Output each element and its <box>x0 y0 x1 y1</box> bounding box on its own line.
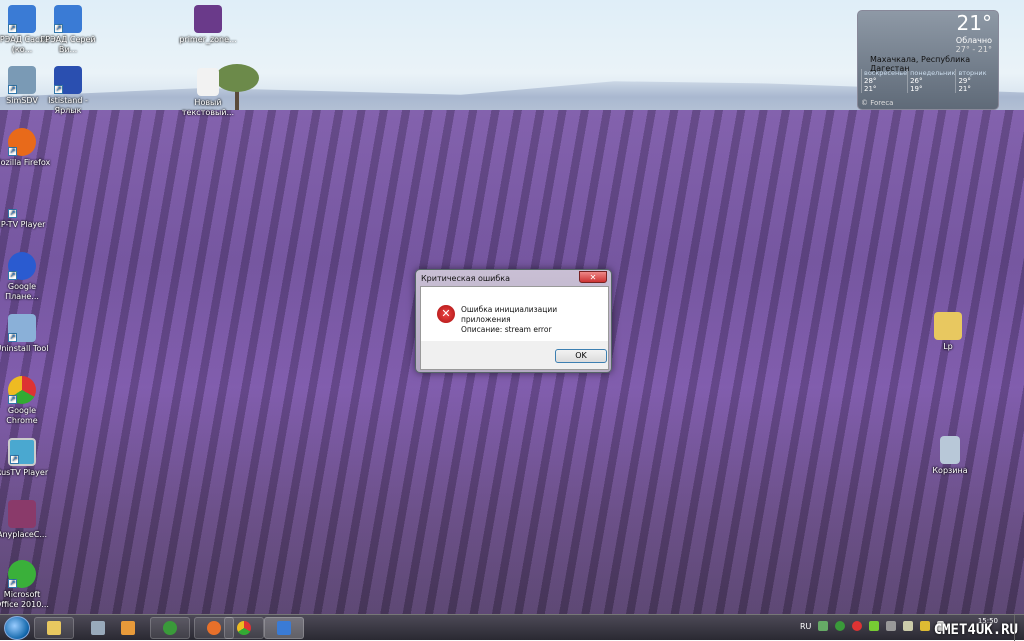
network-icon[interactable] <box>818 621 829 631</box>
close-button[interactable]: ✕ <box>579 271 607 283</box>
icon-label: Google Плане... <box>5 282 39 301</box>
ok-button[interactable]: OK <box>555 349 607 363</box>
app-icon <box>277 621 291 635</box>
language-indicator[interactable]: RU <box>800 622 811 631</box>
weather-source-link[interactable]: © Foreca <box>861 99 893 107</box>
recycle-bin-icon <box>940 436 960 464</box>
icon-label: Uninstall Tool <box>0 344 49 353</box>
taskbar-media-player[interactable] <box>108 617 148 639</box>
dialog-title: Критическая ошибка <box>421 274 511 283</box>
desktop-icon-rustv[interactable]: ↗ RusTV Player <box>0 438 52 478</box>
taskbar-explorer[interactable] <box>34 617 74 639</box>
start-button[interactable] <box>4 616 30 640</box>
icon-label: Новый текстовый... <box>181 98 235 117</box>
chrome-icon <box>237 621 251 635</box>
desktop-icon-floppy[interactable]: ↗ Ististand - Ярлык <box>38 66 98 116</box>
desktop-icon-uninstall-tool[interactable]: ↗ Uninstall Tool <box>0 314 52 354</box>
icon-label: primer_zone... <box>179 35 237 44</box>
desktop-icon-google-earth[interactable]: ↗ Google Плане... <box>0 252 52 302</box>
chrome-icon: ↗ <box>8 376 36 404</box>
icon-label: AnyplaceC... <box>0 530 47 539</box>
taskbar-utorrent[interactable] <box>150 617 190 639</box>
day-high: 28° <box>864 77 877 85</box>
desktop-icon-archive[interactable]: primer_zone... <box>178 5 238 45</box>
desktop-icon-grad-2[interactable]: ↗ ГРЭАД Серей Ви... <box>38 5 98 55</box>
monitor-icon: ↗ <box>8 438 36 466</box>
mail-agent-icon <box>207 621 221 635</box>
icon-label: Google Chrome <box>6 406 38 425</box>
utorrent-tray-icon[interactable] <box>835 621 846 631</box>
day-low: 21° <box>864 85 877 93</box>
taskbar-chrome[interactable] <box>224 617 264 639</box>
icon-label: SimSDV <box>6 96 38 105</box>
text-file-icon <box>197 68 219 96</box>
icon-label: Lp <box>943 342 953 351</box>
icon-label: Ististand - Ярлык <box>48 96 88 115</box>
icon-label: Microsoft Office 2010... <box>0 590 49 609</box>
archive-icon <box>8 500 36 528</box>
uninstall-tool-icon: ↗ <box>8 314 36 342</box>
day-name: вторник <box>958 69 987 77</box>
utorrent-icon <box>163 621 177 635</box>
day-low: 19° <box>910 85 923 93</box>
firefox-icon: ↗ <box>8 128 36 156</box>
icon-label: ГРЭАД Серей Ви... <box>40 35 96 54</box>
icon-label: IP-TV Player <box>0 220 46 229</box>
desktop: ↗ ГРЭАД Сасха (ко... ↗ ГРЭАД Серей Ви... p… <box>0 0 1024 614</box>
calculator-icon <box>91 621 105 635</box>
day-high: 29° <box>958 77 971 85</box>
forecast-day: понедельник 26° 19° <box>907 69 955 93</box>
taskbar-active-app[interactable] <box>264 617 304 639</box>
app-icon: ↗ <box>8 66 36 94</box>
desktop-icon-anyplace[interactable]: AnyplaceC... <box>0 500 52 540</box>
app-icon: ↗ <box>8 5 36 33</box>
forecast-day: вторник 29° 21° <box>955 69 997 93</box>
desktop-icon-recycle-bin[interactable]: Корзина <box>920 436 980 476</box>
folder-icon <box>47 621 61 635</box>
desktop-icon-textfile[interactable]: Новый текстовый... <box>178 68 238 118</box>
error-icon: ✕ <box>437 305 455 323</box>
warning-icon[interactable] <box>920 621 931 631</box>
icon-label: Mozilla Firefox <box>0 158 51 167</box>
show-desktop-button[interactable] <box>1014 615 1024 641</box>
folder-icon <box>934 312 962 340</box>
desktop-icon-folder-lp[interactable]: Lp <box>918 312 978 352</box>
google-earth-icon: ↗ <box>8 252 36 280</box>
antivirus-icon[interactable] <box>852 621 863 631</box>
icon-label: RusTV Player <box>0 468 49 477</box>
play-icon: ↗ <box>8 560 36 588</box>
day-high: 26° <box>910 77 923 85</box>
desktop-icon-office[interactable]: ↗ Microsoft Office 2010... <box>0 560 52 610</box>
desktop-icon-iptv[interactable]: ↗ IP-TV Player <box>0 190 52 230</box>
day-name: понедельник <box>910 69 956 77</box>
day-low: 21° <box>958 85 971 93</box>
error-message: Ошибка инициализации приложения <box>461 305 558 324</box>
icon-label: Корзина <box>932 466 968 475</box>
keyboard-icon[interactable] <box>903 621 914 631</box>
winrar-icon <box>194 5 222 33</box>
app-icon: ↗ <box>54 5 82 33</box>
download-icon[interactable] <box>869 621 880 631</box>
desktop-icon-firefox[interactable]: ↗ Mozilla Firefox <box>0 128 52 168</box>
day-name: воскресенье <box>864 69 908 77</box>
weather-temp: 21° <box>956 11 992 35</box>
weather-condition: Облачно <box>955 36 992 45</box>
floppy-icon: ↗ <box>54 66 82 94</box>
desktop-icon-chrome[interactable]: ↗ Google Chrome <box>0 376 52 426</box>
watermark: CMET4UK.RU <box>933 622 1018 638</box>
signal-icon[interactable] <box>886 621 897 631</box>
weather-gadget[interactable]: 21° Облачно 27° - 21° Махачкала, Республ… <box>857 10 999 110</box>
error-dialog: Критическая ошибка ✕ ✕ Ошибка инициализа… <box>415 269 612 373</box>
system-tray: RU <box>800 621 945 631</box>
iptv-icon: ↗ <box>8 209 17 218</box>
taskbar: RU 15:50 CMET4UK.RU <box>0 614 1024 641</box>
error-description: Описание: stream error <box>461 325 552 334</box>
media-player-icon <box>121 621 135 635</box>
weather-range: 27° - 21° <box>955 45 992 54</box>
forecast-day: воскресенье 28° 21° <box>861 69 907 93</box>
